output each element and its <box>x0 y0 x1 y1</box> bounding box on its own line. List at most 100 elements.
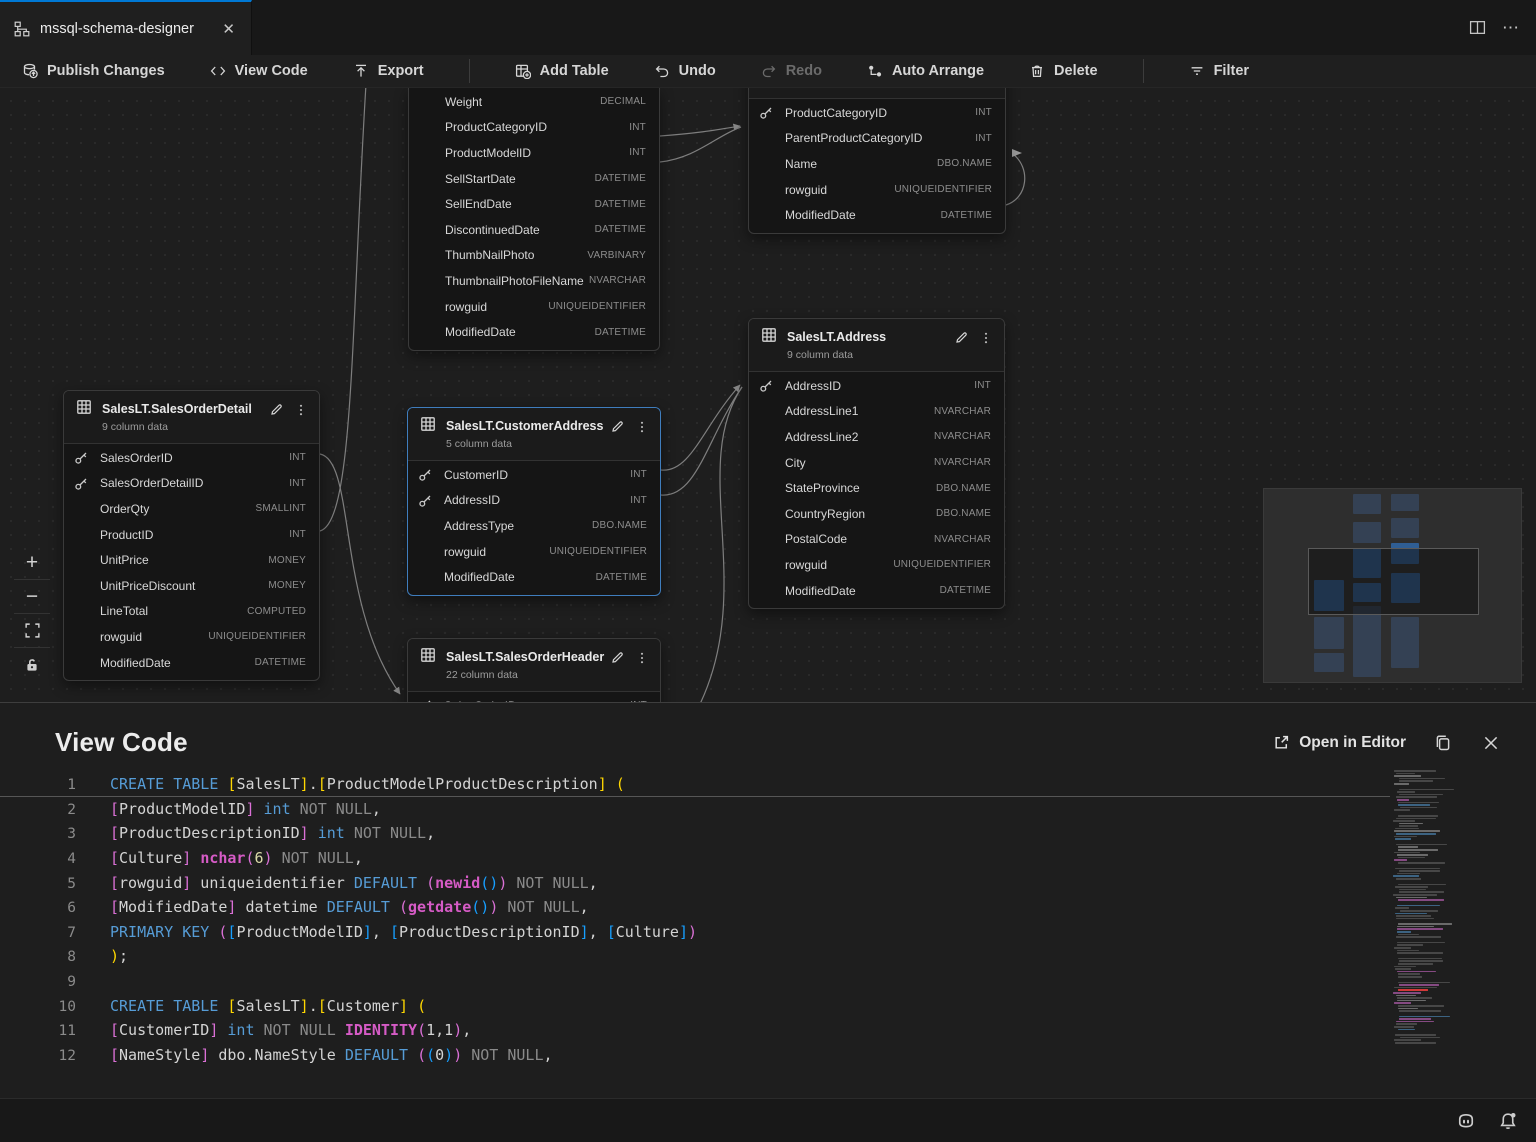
auto-arrange-button[interactable]: Auto Arrange <box>867 63 984 79</box>
split-editor-icon[interactable] <box>1469 19 1486 36</box>
table-column-row[interactable]: UnitPriceMONEY <box>64 547 319 573</box>
table-column-row[interactable]: ThumbnailPhotoFileNameNVARCHAR <box>409 268 659 294</box>
edit-table-icon[interactable] <box>954 88 971 90</box>
table-column-row[interactable]: rowguidUNIQUEIDENTIFIER <box>749 552 1004 578</box>
fit-view-button[interactable] <box>14 614 50 648</box>
code-minimap[interactable] <box>1393 770 1460 1058</box>
close-panel-icon[interactable] <box>1480 732 1502 754</box>
delete-label: Delete <box>1054 63 1098 79</box>
lock-button[interactable] <box>14 648 50 682</box>
column-type: NVARCHAR <box>934 457 991 468</box>
open-in-editor-button[interactable]: Open in Editor <box>1273 734 1406 752</box>
table-card-sales-order-header[interactable]: SalesLT.SalesOrderHeader22 column dataSa… <box>407 638 661 702</box>
table-column-row[interactable]: rowguidUNIQUEIDENTIFIER <box>64 624 319 650</box>
minimap-line <box>1396 773 1416 775</box>
table-column-row[interactable]: ModifiedDateDATETIME <box>409 319 659 345</box>
column-name: ModifiedDate <box>785 208 941 222</box>
table-column-row[interactable]: StateProvinceDBO.NAME <box>749 475 1004 501</box>
minimap-line <box>1394 809 1409 811</box>
table-card-product-category[interactable]: 5 column dataProductCategoryIDINTParentP… <box>748 88 1006 234</box>
table-column-row[interactable]: CityNVARCHAR <box>749 450 1004 476</box>
add-table-button[interactable]: Add Table <box>515 63 609 79</box>
table-column-row[interactable]: WeightDECIMAL <box>409 89 659 115</box>
table-column-row[interactable]: AddressLine1NVARCHAR <box>749 399 1004 425</box>
table-column-row[interactable]: NameDBO.NAME <box>749 151 1005 177</box>
undo-button[interactable]: Undo <box>654 63 716 79</box>
table-column-row[interactable]: rowguidUNIQUEIDENTIFIER <box>409 294 659 320</box>
table-column-row[interactable]: SellEndDateDATETIME <box>409 191 659 217</box>
table-column-row[interactable]: ProductIDINT <box>64 522 319 548</box>
table-card-address[interactable]: SalesLT.Address9 column dataAddressIDINT… <box>748 318 1005 609</box>
table-column-row[interactable]: SellStartDateDATETIME <box>409 166 659 192</box>
column-type: SMALLINT <box>255 503 306 514</box>
column-type: VARBINARY <box>587 250 646 261</box>
zoom-in-button[interactable]: + <box>14 546 50 580</box>
table-card-product[interactable]: WeightDECIMALProductCategoryIDINTProduct… <box>408 88 660 351</box>
sql-code-editor[interactable]: 1CREATE TABLE [SalesLT].[ProductModelPro… <box>0 772 1390 1068</box>
table-column-row[interactable]: ThumbNailPhotoVARBINARY <box>409 243 659 269</box>
zoom-out-button[interactable]: − <box>14 580 50 614</box>
minimap-line <box>1395 868 1440 870</box>
column-name: Name <box>785 157 937 171</box>
redo-button[interactable]: Redo <box>761 63 822 79</box>
column-type: UNIQUEIDENTIFIER <box>893 559 991 570</box>
table-column-row[interactable]: OrderQtySMALLINT <box>64 496 319 522</box>
minimap-line <box>1394 966 1416 968</box>
table-column-row[interactable]: ModifiedDateDATETIME <box>64 650 319 676</box>
column-type: DATETIME <box>596 572 647 583</box>
minimap-viewport[interactable] <box>1308 548 1479 615</box>
table-column-row[interactable]: ModifiedDateDATETIME <box>749 202 1005 228</box>
schema-canvas[interactable]: WeightDECIMALProductCategoryIDINTProduct… <box>0 88 1536 702</box>
column-name: AddressID <box>444 493 630 507</box>
column-type: MONEY <box>268 580 306 591</box>
table-column-row[interactable]: SalesOrderDetailIDINT <box>64 471 319 497</box>
table-column-row[interactable]: rowguidUNIQUEIDENTIFIER <box>749 177 1005 203</box>
table-column-row[interactable]: AddressTypeDBO.NAME <box>408 513 660 539</box>
tab-close-icon[interactable]: ✕ <box>218 18 239 40</box>
filter-button[interactable]: Filter <box>1189 63 1249 79</box>
column-type: INT <box>289 529 306 540</box>
table-column-row[interactable]: ProductCategoryIDINT <box>409 115 659 141</box>
table-column-row[interactable]: ProductModelIDINT <box>409 140 659 166</box>
table-column-row[interactable]: AddressIDINT <box>408 488 660 514</box>
table-column-row[interactable]: ParentProductCategoryIDINT <box>749 126 1005 152</box>
table-column-row[interactable]: CountryRegionDBO.NAME <box>749 501 1004 527</box>
edit-table-icon[interactable] <box>609 418 626 435</box>
copy-code-icon[interactable] <box>1432 732 1454 754</box>
table-column-row[interactable]: SalesOrderIDINT <box>64 445 319 471</box>
table-menu-icon[interactable] <box>979 88 995 90</box>
table-column-row[interactable]: ProductCategoryIDINT <box>749 100 1005 126</box>
table-card-customer-address[interactable]: SalesLT.CustomerAddress5 column dataCust… <box>407 407 661 596</box>
column-type: DATETIME <box>595 173 646 184</box>
table-column-row[interactable]: AddressLine2NVARCHAR <box>749 424 1004 450</box>
notifications-bell-icon[interactable] <box>1498 1111 1518 1131</box>
view-code-button[interactable]: View Code <box>210 63 308 79</box>
tab-mssql-schema-designer[interactable]: mssql-schema-designer ✕ <box>0 0 252 55</box>
table-column-row[interactable]: DiscontinuedDateDATETIME <box>409 217 659 243</box>
table-menu-icon[interactable] <box>634 419 650 435</box>
edit-table-icon[interactable] <box>268 401 285 418</box>
table-column-row[interactable]: ModifiedDateDATETIME <box>749 578 1004 604</box>
table-column-row[interactable]: rowguidUNIQUEIDENTIFIER <box>408 539 660 565</box>
table-menu-icon[interactable] <box>293 402 309 418</box>
table-column-row[interactable]: PostalCodeNVARCHAR <box>749 527 1004 553</box>
minimap-line <box>1395 1034 1436 1036</box>
table-column-row[interactable]: AddressIDINT <box>749 373 1004 399</box>
publish-changes-button[interactable]: Publish Changes <box>22 63 165 79</box>
table-column-row[interactable]: SalesOrderIDINT <box>408 693 660 702</box>
copilot-icon[interactable] <box>1456 1111 1476 1131</box>
table-column-row[interactable]: CustomerIDINT <box>408 462 660 488</box>
edit-table-icon[interactable] <box>953 329 970 346</box>
table-card-sales-order-detail[interactable]: SalesLT.SalesOrderDetail9 column dataSal… <box>63 390 320 681</box>
more-actions-icon[interactable]: ⋯ <box>1502 18 1520 38</box>
table-column-row[interactable]: LineTotalCOMPUTED <box>64 599 319 625</box>
primary-key-icon <box>418 467 444 482</box>
table-column-row[interactable]: ModifiedDateDATETIME <box>408 564 660 590</box>
table-column-row[interactable]: UnitPriceDiscountMONEY <box>64 573 319 599</box>
canvas-minimap[interactable] <box>1263 488 1522 683</box>
export-button[interactable]: Export <box>353 63 424 79</box>
table-menu-icon[interactable] <box>634 650 650 666</box>
table-menu-icon[interactable] <box>978 330 994 346</box>
edit-table-icon[interactable] <box>609 649 626 666</box>
delete-button[interactable]: Delete <box>1029 63 1098 79</box>
